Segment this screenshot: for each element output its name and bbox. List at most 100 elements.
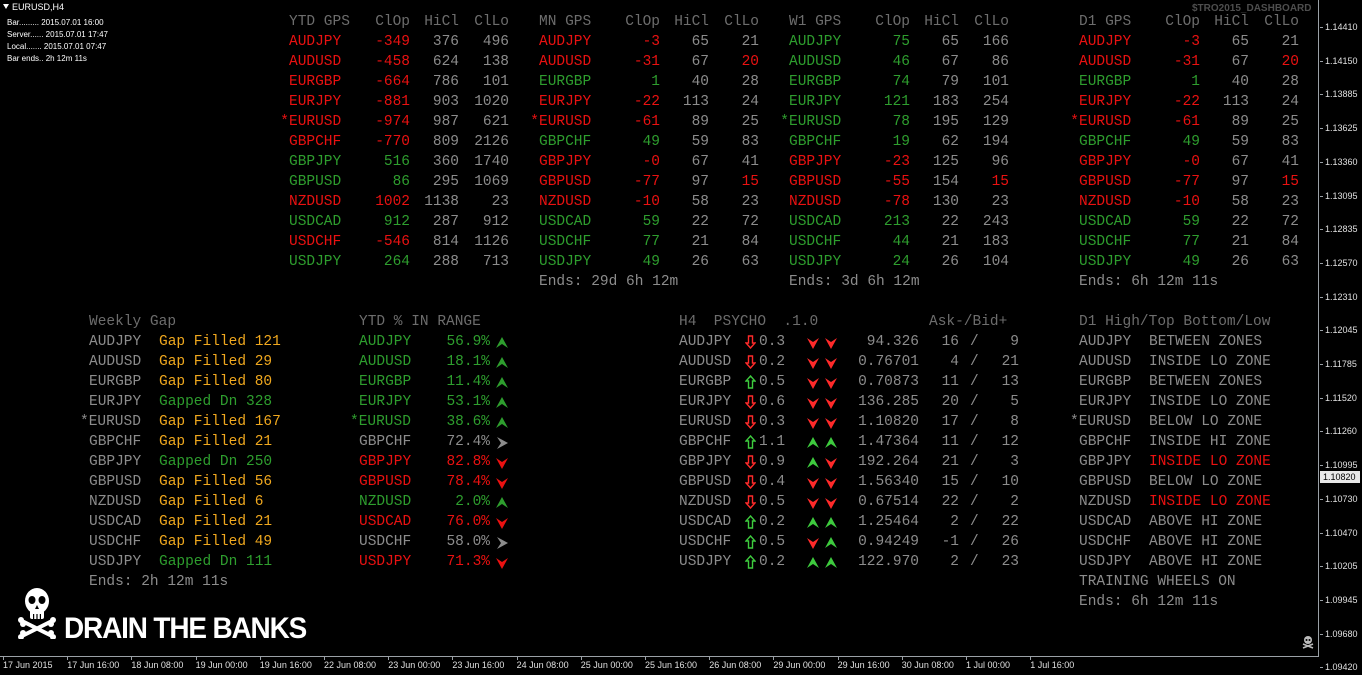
d1-gps-value: 25 xyxy=(1281,114,1299,130)
d1-gps-ends: Ends: 6h 12m 11s xyxy=(1079,274,1219,290)
mn-gps-ends: Ends: 29d 6h 12m xyxy=(539,274,679,290)
trend-down-icon xyxy=(807,416,819,434)
zone-status: INSIDE LO ZONE xyxy=(1149,494,1271,510)
mn-gps-value: 72 xyxy=(741,214,759,230)
price-axis[interactable]: 1.14410 1.14150 1.13885 1.13625 1.13360 1.130… xyxy=(1320,0,1362,672)
mn-gps-value: 24 xyxy=(741,94,759,110)
mn-gps-pair: GBPCHF xyxy=(539,134,592,150)
time-axis[interactable]: 17 Jun 2015 17 Jun 16:00 18 Jun 08:00 19 Ju… xyxy=(0,657,1320,675)
trend-down-icon xyxy=(825,416,837,434)
ytd-gps-value: 287 xyxy=(432,214,459,230)
chart-area[interactable]: EURUSD,H4 Bar......... 2015.07.01 16:00 … xyxy=(0,0,1319,657)
ytd-gps-value: 903 xyxy=(432,94,459,110)
weekly-gap-status: Gap Filled 6 xyxy=(159,494,264,510)
mn-gps-value: -22 xyxy=(633,94,660,110)
time-label: 19 Jun 00:00 xyxy=(195,657,248,670)
d1-gps-pair: NZDUSD xyxy=(1079,194,1132,210)
time-label: 23 Jun 00:00 xyxy=(388,657,441,670)
d1-gps-col-clop: ClOp xyxy=(1165,14,1200,30)
collapse-triangle-icon[interactable] xyxy=(3,4,9,9)
mn-gps-value: 22 xyxy=(691,214,709,230)
price-label: 1.09420 xyxy=(1320,662,1358,673)
time-label: 25 Jun 16:00 xyxy=(645,657,698,670)
ytd-gps-value: -349 xyxy=(375,34,410,50)
w1-gps-ends: Ends: 3d 6h 12m xyxy=(789,274,920,290)
mn-gps-col-clop: ClOp xyxy=(625,14,660,30)
mn-gps-value: 89 xyxy=(691,114,709,130)
mn-gps-value: 20 xyxy=(741,54,759,70)
w1-gps-pair: USDCHF xyxy=(789,234,842,250)
psycho-down-arrow-icon xyxy=(744,475,757,494)
trend-up-icon xyxy=(807,556,819,574)
d1-gps-col-cllo: ClLo xyxy=(1264,14,1299,30)
w1-gps-value: 78 xyxy=(892,114,910,130)
mn-gps-value: 15 xyxy=(741,174,759,190)
w1-gps-pair: AUDJPY xyxy=(789,34,842,50)
trend-down-icon xyxy=(825,336,837,354)
d1-gps-value: -22 xyxy=(1173,94,1200,110)
ytd-range-percent: 2.0% xyxy=(455,494,490,510)
d1-gps-pair: EURGBP xyxy=(1079,74,1132,90)
w1-gps-value: 194 xyxy=(982,134,1009,150)
mn-gps-value: -61 xyxy=(633,114,660,130)
w1-gps-value: 101 xyxy=(982,74,1009,90)
d1-gps-value: 22 xyxy=(1231,214,1249,230)
psycho-pair: EURGBP xyxy=(679,374,732,390)
w1-gps-value: 86 xyxy=(991,54,1009,70)
weekly-gap-pair: GBPUSD xyxy=(89,474,142,490)
d1-gps-value: -77 xyxy=(1173,174,1200,190)
zones-ends: Ends: 6h 12m 11s xyxy=(1079,594,1219,610)
ask-count: 2 xyxy=(950,554,959,570)
w1-gps-value: 75 xyxy=(892,34,910,50)
w1-gps-value: 129 xyxy=(982,114,1009,130)
mn-gps-value: 59 xyxy=(691,134,709,150)
bid-count: 2 xyxy=(1010,494,1019,510)
price-label: 1.12835 xyxy=(1320,224,1358,235)
mn-gps-pair: NZDUSD xyxy=(539,194,592,210)
ytd-gps-value: 621 xyxy=(482,114,509,130)
time-label: 29 Jun 16:00 xyxy=(837,657,890,670)
psycho-pair: EURJPY xyxy=(679,394,732,410)
weekly-gap-pair: AUDJPY xyxy=(89,334,142,350)
d1-gps-pair: USDCAD xyxy=(1079,214,1132,230)
ytd-gps-value: 516 xyxy=(383,154,410,170)
d1-gps-value: 58 xyxy=(1231,194,1249,210)
trend-up-icon xyxy=(807,436,819,454)
bid-count: 13 xyxy=(1001,374,1019,390)
w1-gps-value: 19 xyxy=(892,134,910,150)
time-label: 19 Jun 16:00 xyxy=(259,657,312,670)
psycho-value: 0.3 xyxy=(759,414,786,430)
ytd-gps-value: 912 xyxy=(383,214,410,230)
mn-gps-value: 49 xyxy=(642,254,660,270)
d1-gps-value: 77 xyxy=(1182,234,1200,250)
trend-down-icon xyxy=(496,556,508,574)
d1-gps-value: 59 xyxy=(1231,134,1249,150)
zone-status: INSIDE LO ZONE xyxy=(1149,394,1271,410)
psycho-up-arrow-icon xyxy=(744,514,757,534)
time-label: 17 Jun 16:00 xyxy=(67,657,120,670)
weekly-gap-status: Gapped Dn 250 xyxy=(159,454,273,470)
zone-pair: AUDJPY xyxy=(1079,334,1132,350)
time-label: 18 Jun 08:00 xyxy=(131,657,184,670)
mn-gps-pair: EURGBP xyxy=(539,74,592,90)
w1-gps-col-clop: ClOp xyxy=(875,14,910,30)
time-label: 1 Jul 16:00 xyxy=(1030,657,1075,670)
weekly-gap-pair: EURGBP xyxy=(89,374,142,390)
d1-gps-value: 72 xyxy=(1281,214,1299,230)
psycho-price: 0.76701 xyxy=(858,354,919,370)
d1-gps-title: D1 GPS xyxy=(1079,14,1132,30)
d1-gps-value: 49 xyxy=(1182,134,1200,150)
weekly-gap-title: Weekly Gap xyxy=(89,314,177,330)
mn-gps-pair: USDCHF xyxy=(539,234,592,250)
ytd-gps-value: 1020 xyxy=(474,94,509,110)
w1-gps-value: 46 xyxy=(892,54,910,70)
trend-right-icon xyxy=(496,536,508,554)
weekly-gap-status: Gap Filled 80 xyxy=(159,374,273,390)
d1-gps-pair: GBPCHF xyxy=(1079,134,1132,150)
w1-gps-pair: NZDUSD xyxy=(789,194,842,210)
psycho-up-arrow-icon xyxy=(744,534,757,554)
symbol-timeframe[interactable]: EURUSD,H4 xyxy=(3,2,64,12)
ytd-gps-value: 1126 xyxy=(474,234,509,250)
w1-gps-title: W1 GPS xyxy=(789,14,842,30)
w1-gps-value: -78 xyxy=(883,194,910,210)
